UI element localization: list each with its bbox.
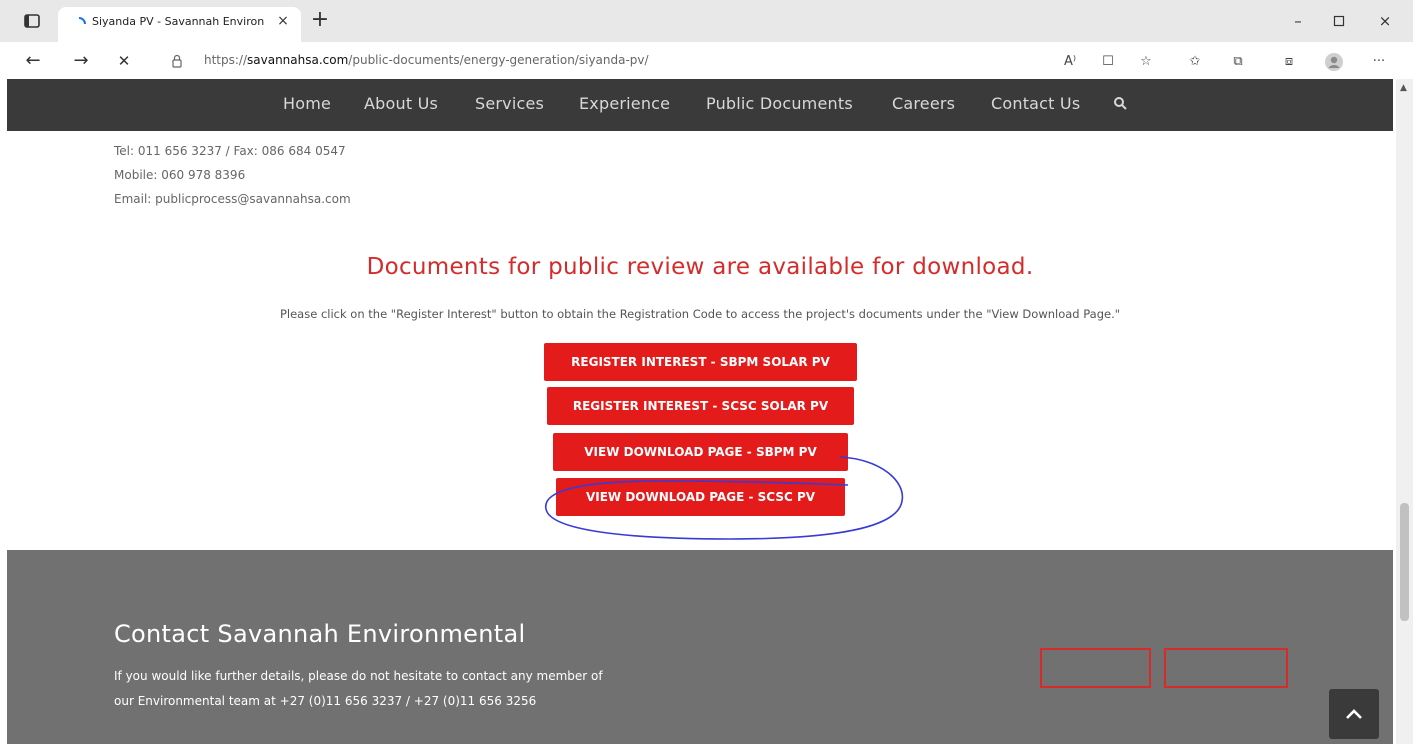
view-download-sbpm-button[interactable]: VIEW DOWNLOAD PAGE - SBPM PV [553,433,848,471]
page-heading: Documents for public review are availabl… [366,254,1034,280]
browser-window: Siyanda PV - Savannah Environ × + – × ← … [0,0,1413,744]
nav-public-documents[interactable]: Public Documents [706,94,853,113]
extensions-icon[interactable]: ⧈ [1279,52,1299,72]
chevron-up-icon [1346,709,1362,719]
loading-icon [72,16,86,30]
register-interest-scsc-button[interactable]: REGISTER INTEREST - SCSC SOLAR PV [547,387,854,425]
register-interest-sbpm-button[interactable]: REGISTER INTEREST - SBPM SOLAR PV [544,343,857,381]
profile-icon[interactable] [1324,52,1344,72]
footer-title: Contact Savannah Environmental [114,620,526,648]
lock-icon[interactable] [170,53,184,68]
contact-email[interactable]: Email: publicprocess@savannahsa.com [114,192,351,206]
instruction-text: Please click on the "Register Interest" … [279,307,1121,321]
footer-text-line-2: our Environmental team at +27 (0)11 656 … [114,694,537,708]
scroll-up-arrow-icon[interactable]: ▲ [1400,83,1407,93]
nav-services[interactable]: Services [475,94,544,113]
minimize-button[interactable]: – [1283,10,1313,32]
url-text: https://savannahsa.com/public-documents/… [204,53,649,67]
url-field[interactable]: https://savannahsa.com/public-documents/… [160,46,1058,75]
maximize-button[interactable] [1324,10,1354,32]
footer-button-1[interactable] [1040,648,1151,688]
url-host: savannahsa.com [247,53,349,67]
collections-icon[interactable]: ⧉ [1228,52,1248,72]
contact-tel-fax: Tel: 011 656 3237 / Fax: 086 684 0547 [114,144,346,158]
read-aloud-icon[interactable]: A⁾ [1060,52,1080,72]
footer-text-line-1: If you would like further details, pleas… [114,669,603,683]
scroll-to-top-button[interactable] [1329,689,1379,739]
tab-active[interactable]: Siyanda PV - Savannah Environ × [58,7,301,42]
nav-contact-us[interactable]: Contact Us [991,94,1080,113]
view-download-scsc-button[interactable]: VIEW DOWNLOAD PAGE - SCSC PV [556,478,845,516]
nav-experience[interactable]: Experience [579,94,670,113]
forward-icon[interactable]: → [68,48,94,74]
nav-about-us[interactable]: About Us [364,94,438,113]
page-viewport: Home About Us Services Experience Public… [0,79,1413,744]
favorites-icon[interactable]: ✩ [1185,52,1205,72]
more-icon[interactable]: ··· [1369,52,1389,72]
scroll-thumb[interactable] [1400,503,1409,621]
immersive-reader-icon[interactable]: ☐ [1098,52,1118,72]
url-path: /public-documents/energy-generation/siya… [348,53,649,67]
site-navigation: Home About Us Services Experience Public… [7,79,1393,131]
page-scrollbar[interactable]: ▲ [1396,79,1413,744]
back-icon[interactable]: ← [20,48,46,74]
nav-careers[interactable]: Careers [892,94,955,113]
nav-home[interactable]: Home [283,94,331,113]
stop-icon[interactable]: ✕ [111,48,137,74]
address-bar-row: ← → ✕ https://savannahsa.com/public-docu… [0,42,1413,79]
footer-button-2[interactable] [1164,648,1288,688]
search-icon[interactable] [1113,95,1127,114]
tab-actions-icon[interactable] [22,11,42,31]
close-window-button[interactable]: × [1370,10,1400,32]
new-tab-button[interactable]: + [308,9,332,33]
site-footer: Contact Savannah Environmental If you wo… [7,550,1393,744]
url-prefix: https:// [204,53,248,67]
tab-strip: Siyanda PV - Savannah Environ × + – × [0,0,1413,42]
tab-close-icon[interactable]: × [275,13,291,29]
tab-title: Siyanda PV - Savannah Environ [92,15,264,28]
add-favorite-icon[interactable]: ☆ [1136,52,1156,72]
contact-mobile: Mobile: 060 978 8396 [114,168,246,182]
